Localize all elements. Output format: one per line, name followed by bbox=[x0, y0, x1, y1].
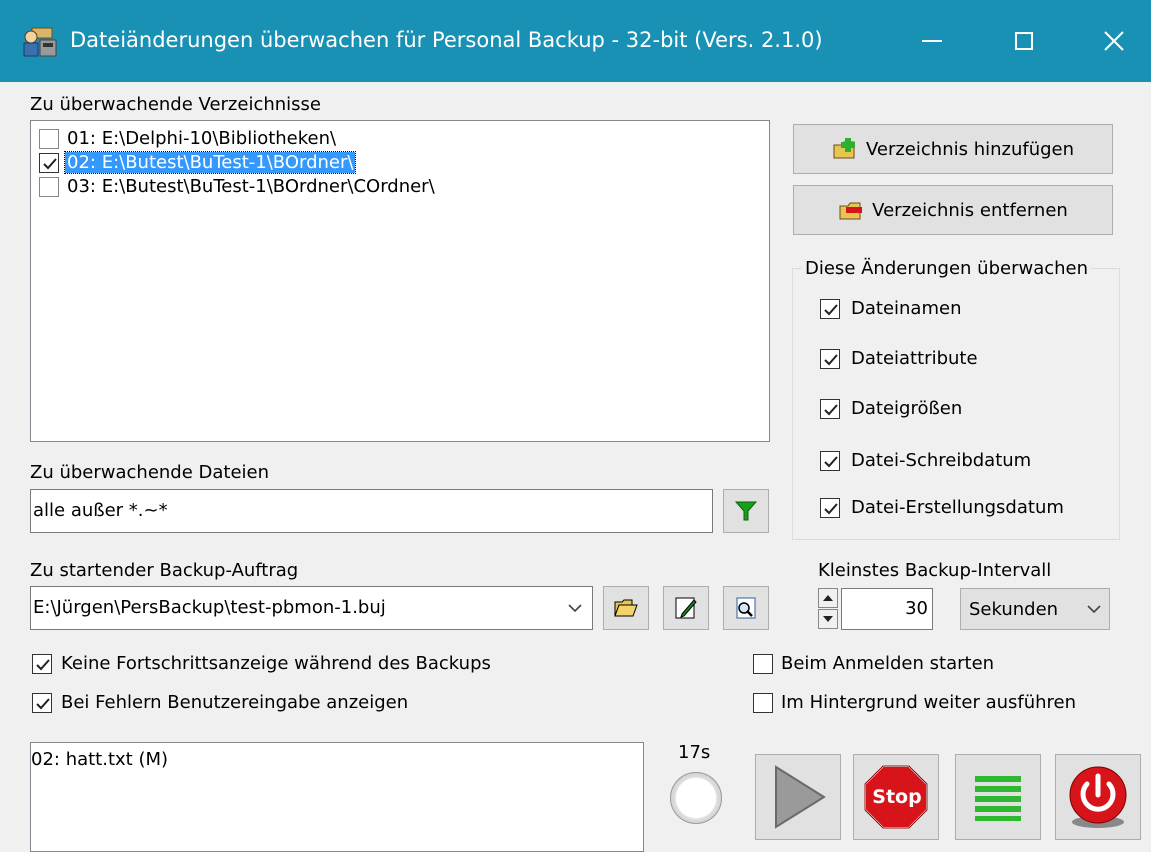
power-icon bbox=[1069, 766, 1127, 828]
stop-label: Stop bbox=[872, 786, 922, 808]
folder-item-label: 03: E:\Butest\BuTest-1\BOrdner\COrdner\ bbox=[67, 176, 435, 197]
changes-group-label: Diese Änderungen überwachen bbox=[802, 258, 1092, 279]
option-filenames-checkbox[interactable] bbox=[820, 299, 840, 319]
chevron-down-icon bbox=[1087, 605, 1101, 614]
folder-checkbox-1[interactable] bbox=[39, 129, 59, 149]
log-box[interactable]: 02: hatt.txt (M) bbox=[30, 742, 644, 852]
folder-item-label: 02: E:\Butest\BuTest-1\BOrdner\ bbox=[63, 151, 357, 174]
folder-open-icon bbox=[614, 599, 638, 617]
window-title: Dateiänderungen überwachen für Personal … bbox=[70, 28, 823, 52]
folder-checkbox-2[interactable] bbox=[39, 153, 59, 173]
minimize-button[interactable] bbox=[893, 0, 971, 82]
close-icon bbox=[1104, 31, 1124, 51]
option-attributes-checkbox[interactable] bbox=[820, 349, 840, 369]
files-input-value: alle außer *.~* bbox=[33, 500, 168, 521]
background-checkbox[interactable] bbox=[753, 693, 773, 713]
start-login-label: Beim Anmelden starten bbox=[781, 653, 995, 674]
view-job-button[interactable] bbox=[723, 586, 769, 630]
folders-label: Zu überwachende Verzeichnisse bbox=[30, 94, 321, 115]
folder-remove-icon bbox=[839, 202, 863, 220]
folder-checkbox-3[interactable] bbox=[39, 177, 59, 197]
no-progress-checkbox[interactable] bbox=[32, 654, 52, 674]
edit-job-button[interactable] bbox=[663, 586, 709, 630]
start-button[interactable] bbox=[755, 754, 841, 840]
job-label: Zu startender Backup-Auftrag bbox=[30, 560, 299, 581]
view-icon bbox=[736, 597, 756, 619]
spin-up-button[interactable] bbox=[818, 588, 838, 608]
option-createdate-label: Datei-Erstellungsdatum bbox=[851, 497, 1064, 518]
show-input-label: Bei Fehlern Benutzereingabe anzeigen bbox=[61, 692, 409, 713]
add-folder-label: Verzeichnis hinzufügen bbox=[865, 138, 1075, 160]
chevron-down-icon bbox=[568, 604, 582, 613]
option-writedate-checkbox[interactable] bbox=[820, 451, 840, 471]
files-label: Zu überwachende Dateien bbox=[30, 462, 270, 483]
job-combobox-value: E:\Jürgen\PersBackup\test-pbmon-1.buj bbox=[33, 597, 386, 618]
folders-list[interactable]: 01: E:\Delphi-10\Bibliotheken\ 02: E:\Bu… bbox=[30, 120, 770, 442]
no-progress-label: Keine Fortschrittsanzeige während des Ba… bbox=[61, 653, 491, 674]
files-input[interactable]: alle außer *.~* bbox=[30, 489, 713, 533]
start-login-checkbox[interactable] bbox=[753, 654, 773, 674]
interval-spinner[interactable] bbox=[818, 588, 838, 630]
list-item[interactable]: 02: E:\Butest\BuTest-1\BOrdner\ bbox=[35, 151, 759, 175]
close-button[interactable] bbox=[1077, 0, 1151, 82]
app-icon bbox=[22, 26, 58, 58]
interval-label: Kleinstes Backup-Intervall bbox=[818, 560, 1052, 581]
interval-input[interactable]: 30 bbox=[841, 588, 933, 630]
option-filenames-label: Dateinamen bbox=[851, 298, 962, 319]
spin-down-button[interactable] bbox=[818, 609, 838, 629]
timer-label: 17s bbox=[678, 742, 711, 763]
folder-add-icon bbox=[833, 138, 855, 159]
option-sizes-checkbox[interactable] bbox=[820, 399, 840, 419]
activity-indicator bbox=[670, 772, 722, 824]
edit-icon bbox=[675, 597, 697, 619]
log-text: 02: hatt.txt (M) bbox=[31, 749, 169, 770]
maximize-button[interactable] bbox=[985, 0, 1063, 82]
filter-icon bbox=[734, 501, 758, 521]
list-item[interactable]: 03: E:\Butest\BuTest-1\BOrdner\COrdner\ bbox=[35, 175, 759, 199]
interval-unit-select[interactable]: Sekunden bbox=[960, 588, 1110, 630]
stop-button[interactable]: Stop bbox=[853, 754, 939, 840]
option-sizes-label: Dateigrößen bbox=[851, 398, 963, 419]
remove-folder-label: Verzeichnis entfernen bbox=[872, 199, 1068, 221]
show-input-checkbox[interactable] bbox=[32, 693, 52, 713]
title-bar: Dateiänderungen überwachen für Personal … bbox=[0, 0, 1151, 82]
add-folder-button[interactable]: Verzeichnis hinzufügen bbox=[793, 124, 1113, 174]
open-job-button[interactable] bbox=[603, 586, 649, 630]
folder-item-label: 01: E:\Delphi-10\Bibliotheken\ bbox=[67, 128, 337, 149]
option-writedate-label: Datei-Schreibdatum bbox=[851, 450, 1032, 471]
power-button[interactable] bbox=[1055, 754, 1141, 840]
job-combobox[interactable]: E:\Jürgen\PersBackup\test-pbmon-1.buj bbox=[30, 586, 593, 630]
list-item[interactable]: 01: E:\Delphi-10\Bibliotheken\ bbox=[35, 127, 759, 151]
interval-value: 30 bbox=[905, 598, 928, 619]
list-icon bbox=[975, 776, 1021, 821]
log-list-button[interactable] bbox=[955, 754, 1041, 840]
option-createdate-checkbox[interactable] bbox=[820, 498, 840, 518]
filter-button[interactable] bbox=[723, 489, 769, 533]
option-attributes-label: Dateiattribute bbox=[851, 348, 978, 369]
background-label: Im Hintergrund weiter ausführen bbox=[781, 692, 1077, 713]
remove-folder-button[interactable]: Verzeichnis entfernen bbox=[793, 185, 1113, 235]
interval-unit-value: Sekunden bbox=[969, 598, 1059, 620]
play-icon bbox=[775, 765, 826, 829]
